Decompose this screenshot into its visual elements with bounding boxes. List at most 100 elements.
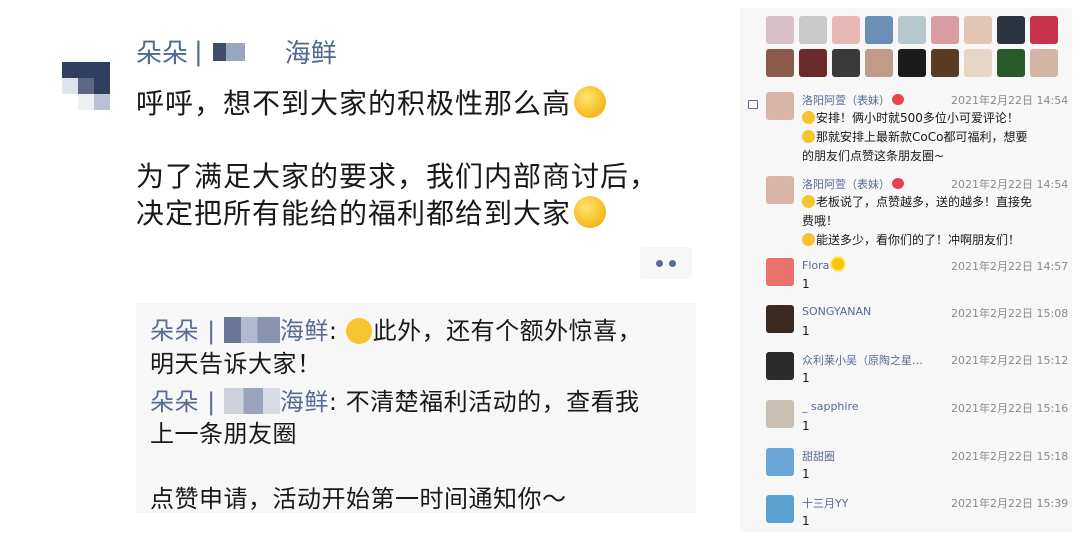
comment-text-line: 那就安排上最新款CoCo都可福利，想要 — [802, 128, 1027, 147]
post-text-line-2: 为了满足大家的要求，我们内部商讨后， — [136, 160, 659, 193]
comment-text: 1 — [802, 512, 810, 531]
commenter-avatar[interactable] — [766, 448, 794, 476]
post-text-line-3: 决定把所有能给的福利都给到大家 — [136, 192, 607, 232]
liker-avatar[interactable] — [865, 16, 893, 44]
likes-row — [766, 49, 1066, 77]
poster-name-separator: | — [194, 36, 203, 67]
comment-time: 2021年2月22日 15:08 — [951, 307, 1069, 320]
liker-avatar[interactable] — [799, 16, 827, 44]
comment-text: 1 — [802, 275, 810, 294]
liker-avatar[interactable] — [832, 16, 860, 44]
liker-avatar[interactable] — [832, 49, 860, 77]
commenter-avatar[interactable] — [766, 176, 794, 204]
liker-avatar[interactable] — [964, 16, 992, 44]
commenter-name[interactable]: _ sapphire — [802, 400, 859, 413]
poster-name-text: 朵朵 — [136, 39, 189, 69]
liker-avatar[interactable] — [931, 49, 959, 77]
comment-text: 安排！俩小时就500多位小可爱评论！ 那就安排上最新款CoCo都可福利，想要的朋友… — [802, 109, 1027, 166]
poster-name[interactable]: 朵朵 | 海鲜 — [136, 33, 337, 70]
liker-avatar[interactable] — [766, 49, 794, 77]
commenter-name-text: _ sapphire — [802, 400, 859, 413]
dot-icon — [656, 259, 663, 267]
comment-text-line: 能送多少，看你们的了！冲啊朋友们！ — [802, 231, 1032, 250]
commenter-name[interactable]: 洛阳阿萱（表妹） — [802, 92, 904, 108]
commenter-name[interactable]: SONGYANAN — [802, 305, 871, 318]
comment-text: 老板说了，点赞越多，送的越多！直接免费哦！ 能送多少，看你们的了！冲啊朋友们！ — [802, 193, 1032, 250]
comment-author[interactable]: 朵朵 | 海鲜 — [150, 388, 329, 416]
peach-emoji-icon — [892, 178, 904, 189]
likes-row — [766, 16, 1066, 44]
commenter-avatar[interactable] — [766, 400, 794, 428]
liker-avatar[interactable] — [931, 16, 959, 44]
comment-text-segment: 那就安排上最新款CoCo都可福利，想要 — [816, 130, 1028, 144]
liker-avatar[interactable] — [997, 49, 1025, 77]
post-text-line-1: 呼呼，想不到大家的积极性那么高 — [136, 82, 607, 122]
liker-avatar[interactable] — [1030, 49, 1058, 77]
comment-text-segment: 费哦！ — [802, 214, 839, 228]
shocked-emoji-icon — [574, 196, 607, 228]
liker-avatar[interactable] — [865, 49, 893, 77]
comment-text-segment: 的朋友们点赞这条朋友圈~ — [802, 149, 945, 163]
censored-name-block — [212, 42, 245, 61]
liker-avatar[interactable] — [898, 49, 926, 77]
commenter-avatar[interactable] — [766, 258, 794, 286]
comment-text-segment: 老板说了，点赞越多，送的越多！直接免 — [816, 195, 1033, 209]
commenter-name[interactable]: 众利莱小吴（原陶之星… — [802, 352, 923, 368]
liker-avatar[interactable] — [766, 16, 794, 44]
commenter-avatar[interactable] — [766, 352, 794, 380]
comment-time: 2021年2月22日 14:57 — [951, 260, 1069, 273]
commenter-name-text: SONGYANAN — [802, 305, 872, 318]
censored-name-block — [223, 388, 280, 414]
likes-and-comments-panel: 洛阳阿萱（表妹） 2021年2月22日 14:54 安排！俩小时就500多位小可爱评… — [740, 8, 1072, 532]
comment-text-segment: 1 — [802, 324, 810, 338]
commenter-name[interactable]: Flora — [802, 258, 845, 272]
comment-text-segment: 1 — [802, 514, 810, 528]
commenter-avatar[interactable] — [766, 495, 794, 523]
emoji-icon — [802, 111, 815, 124]
comment-text-line: 1 — [802, 465, 810, 484]
comment-time: 2021年2月22日 15:39 — [951, 497, 1069, 510]
comment-text-line: 1 — [802, 417, 810, 436]
comment-text-line: 1 — [802, 369, 810, 388]
commenter-name-text: 众利莱小吴（原陶之星… — [802, 354, 923, 367]
commenter-name[interactable]: 洛阳阿萱（表妹） — [802, 176, 904, 192]
comments-box: 朵朵 | 海鲜: 此外，还有个额外惊喜， 明天告诉大家！ 朵朵 | 海鲜: 不清… — [136, 303, 696, 513]
comment-time: 2021年2月22日 14:54 — [951, 94, 1069, 107]
censored-name-block — [223, 317, 280, 343]
comment-2-line-1[interactable]: 朵朵 | 海鲜: 不清楚福利活动的，查看我 — [150, 382, 640, 417]
comment-text-line: 费哦！ — [802, 212, 1032, 231]
comment-1-line-2: 明天告诉大家！ — [150, 350, 322, 378]
commenter-name[interactable]: 十三月YY — [802, 495, 848, 511]
liker-avatar[interactable] — [997, 16, 1025, 44]
peach-emoji-icon — [892, 94, 904, 105]
commenter-avatar[interactable] — [766, 92, 794, 120]
sun-emoji-icon — [832, 258, 845, 270]
more-options-button[interactable] — [640, 247, 692, 279]
comment-text-segment: 1 — [802, 467, 810, 481]
commenter-name-text: 洛阳阿萱（表妹） — [802, 178, 890, 191]
liker-avatar[interactable] — [799, 49, 827, 77]
comment-text-line: 安排！俩小时就500多位小可爱评论！ — [802, 109, 1027, 128]
dot-icon — [669, 259, 676, 267]
comment-1-line-1[interactable]: 朵朵 | 海鲜: 此外，还有个额外惊喜， — [150, 311, 642, 346]
comment-text-segment: 1 — [802, 277, 810, 291]
comment-author[interactable]: 朵朵 | 海鲜 — [150, 317, 329, 345]
comment-text-segment: 安排！俩小时就500多位小可爱评论！ — [816, 111, 1019, 125]
emoji-icon — [802, 130, 815, 143]
comment-text-line: 1 — [802, 322, 810, 341]
comment-2-line-3: 点赞申请，活动开始第一时间通知你～ — [150, 485, 567, 513]
commenter-name[interactable]: 甜甜圈 — [802, 448, 835, 464]
comment-text: 1 — [802, 465, 810, 484]
comment-text-line: 老板说了，点赞越多，送的越多！直接免 — [802, 193, 1032, 212]
commenter-avatar[interactable] — [766, 305, 794, 333]
wink-emoji-icon — [345, 318, 372, 344]
liker-avatar[interactable] — [964, 49, 992, 77]
comment-text-segment: 1 — [802, 371, 810, 385]
commenter-name-text: 十三月YY — [802, 497, 849, 510]
comment-text-line: 1 — [802, 512, 810, 531]
liker-avatar[interactable] — [898, 16, 926, 44]
poster-avatar[interactable] — [62, 46, 110, 110]
commenter-name-text: Flora — [802, 259, 830, 272]
moments-post: 朵朵 | 海鲜 呼呼，想不到大家的积极性那么高 为了满足大家的要求，我们内部商讨… — [0, 0, 740, 540]
liker-avatar[interactable] — [1030, 16, 1058, 44]
